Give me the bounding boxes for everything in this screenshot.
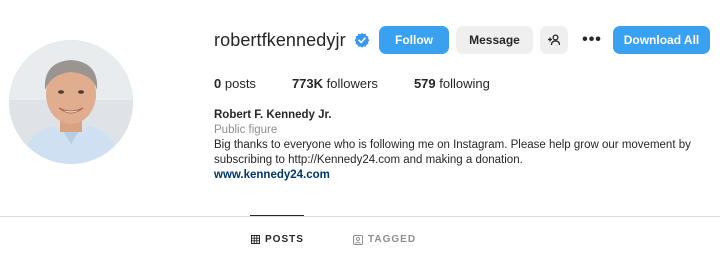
grid-icon [251,235,260,244]
posts-count: 0 [214,76,222,91]
display-name: Robert F. Kennedy Jr. [214,109,332,121]
bio-text: Big thanks to everyone who is following … [214,139,691,166]
category-label: Public figure [214,124,278,136]
website-link[interactable]: www.kennedy24.com [214,169,330,181]
username: robertfkennedyjr [214,29,346,50]
tabs-divider [0,216,720,217]
profile-bio: Robert F. Kennedy Jr. Public figure Big … [214,108,714,183]
tab-posts[interactable]: POSTS [251,234,304,245]
tab-tagged[interactable]: TAGGED [353,234,416,245]
profile-photo [9,40,133,164]
more-options-button[interactable]: ••• [577,26,607,54]
followers-count: 773K [291,76,324,91]
tab-posts-label: POSTS [265,234,304,245]
avatar[interactable] [9,40,133,164]
profile-header: robertfkennedyjr [214,26,370,54]
tab-tagged-label: TAGGED [368,234,417,245]
tag-icon [353,234,363,245]
following-label: following [439,76,490,91]
suggested-accounts-button[interactable] [540,26,568,54]
download-all-button[interactable]: Download All [613,26,710,54]
verified-badge-icon [354,32,370,48]
add-person-icon [548,34,561,46]
profile-stats: 0 posts 773K followers 579 following [214,76,526,91]
followers-label: followers [326,76,378,91]
followers-stat[interactable]: 773K followers [292,76,378,91]
posts-stat: 0 posts [214,76,256,91]
follow-button[interactable]: Follow [379,26,449,54]
active-tab-indicator [250,215,304,216]
following-count: 579 [413,76,436,91]
posts-label: posts [224,76,256,91]
following-stat[interactable]: 579 following [414,76,490,91]
message-button[interactable]: Message [456,26,533,54]
